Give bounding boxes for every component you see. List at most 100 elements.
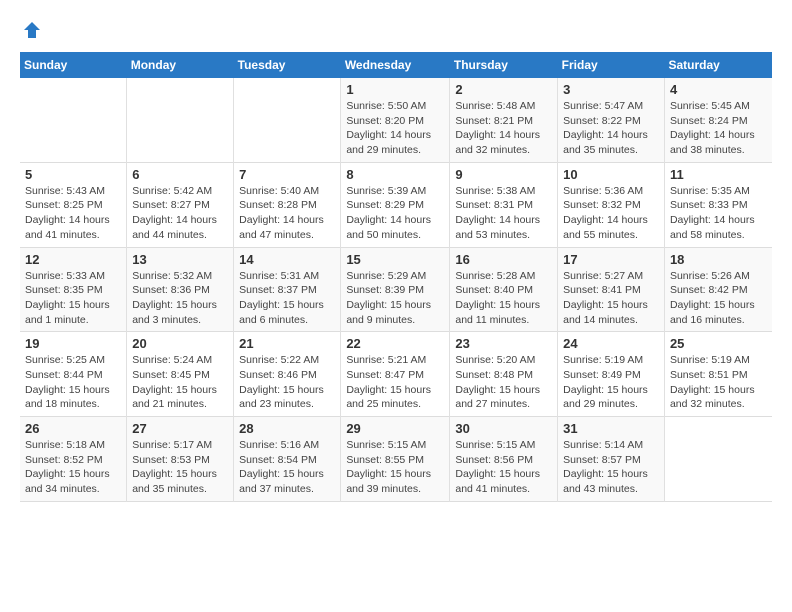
day-info: Sunrise: 5:29 AM Sunset: 8:39 PM Dayligh… bbox=[346, 269, 444, 328]
weekday-header-friday: Friday bbox=[558, 52, 665, 78]
day-info: Sunrise: 5:35 AM Sunset: 8:33 PM Dayligh… bbox=[670, 184, 767, 243]
day-number: 26 bbox=[25, 421, 121, 436]
day-info: Sunrise: 5:25 AM Sunset: 8:44 PM Dayligh… bbox=[25, 353, 121, 412]
day-number: 3 bbox=[563, 82, 659, 97]
day-info: Sunrise: 5:38 AM Sunset: 8:31 PM Dayligh… bbox=[455, 184, 552, 243]
day-number: 2 bbox=[455, 82, 552, 97]
day-info: Sunrise: 5:20 AM Sunset: 8:48 PM Dayligh… bbox=[455, 353, 552, 412]
day-info: Sunrise: 5:40 AM Sunset: 8:28 PM Dayligh… bbox=[239, 184, 335, 243]
day-number: 17 bbox=[563, 252, 659, 267]
day-number: 21 bbox=[239, 336, 335, 351]
day-info: Sunrise: 5:33 AM Sunset: 8:35 PM Dayligh… bbox=[25, 269, 121, 328]
calendar-cell: 16 Sunrise: 5:28 AM Sunset: 8:40 PM Dayli… bbox=[450, 247, 558, 332]
day-number: 6 bbox=[132, 167, 228, 182]
weekday-header-row: SundayMondayTuesdayWednesdayThursdayFrid… bbox=[20, 52, 772, 78]
calendar-week-row: 12 Sunrise: 5:33 AM Sunset: 8:35 PM Dayli… bbox=[20, 247, 772, 332]
calendar-cell: 6 Sunrise: 5:42 AM Sunset: 8:27 PM Daylig… bbox=[127, 162, 234, 247]
calendar-cell: 5 Sunrise: 5:43 AM Sunset: 8:25 PM Daylig… bbox=[20, 162, 127, 247]
calendar-cell: 11 Sunrise: 5:35 AM Sunset: 8:33 PM Dayli… bbox=[664, 162, 772, 247]
calendar-cell: 24 Sunrise: 5:19 AM Sunset: 8:49 PM Dayli… bbox=[558, 332, 665, 417]
calendar-cell: 7 Sunrise: 5:40 AM Sunset: 8:28 PM Daylig… bbox=[234, 162, 341, 247]
day-number: 22 bbox=[346, 336, 444, 351]
calendar-cell: 26Sunrise: 5:18 AM Sunset: 8:52 PM Dayli… bbox=[20, 417, 127, 502]
day-number: 13 bbox=[132, 252, 228, 267]
day-info: Sunrise: 5:31 AM Sunset: 8:37 PM Dayligh… bbox=[239, 269, 335, 328]
day-number: 1 bbox=[346, 82, 444, 97]
weekday-header-saturday: Saturday bbox=[664, 52, 772, 78]
calendar-cell: 4 Sunrise: 5:45 AM Sunset: 8:24 PM Daylig… bbox=[664, 78, 772, 162]
day-info: Sunrise: 5:21 AM Sunset: 8:47 PM Dayligh… bbox=[346, 353, 444, 412]
day-info: Sunrise: 5:43 AM Sunset: 8:25 PM Dayligh… bbox=[25, 184, 121, 243]
day-info: Sunrise: 5:45 AM Sunset: 8:24 PM Dayligh… bbox=[670, 99, 767, 158]
calendar-cell: 31 Sunrise: 5:14 AM Sunset: 8:57 PM Dayli… bbox=[558, 417, 665, 502]
day-number: 15 bbox=[346, 252, 444, 267]
day-info: Sunrise: 5:22 AM Sunset: 8:46 PM Dayligh… bbox=[239, 353, 335, 412]
weekday-header-tuesday: Tuesday bbox=[234, 52, 341, 78]
day-number: 4 bbox=[670, 82, 767, 97]
day-info: Sunrise: 5:14 AM Sunset: 8:57 PM Dayligh… bbox=[563, 438, 659, 497]
day-number: 20 bbox=[132, 336, 228, 351]
day-info: Sunrise: 5:19 AM Sunset: 8:51 PM Dayligh… bbox=[670, 353, 767, 412]
day-info: Sunrise: 5:16 AM Sunset: 8:54 PM Dayligh… bbox=[239, 438, 335, 497]
day-number: 19 bbox=[25, 336, 121, 351]
calendar-cell: 13 Sunrise: 5:32 AM Sunset: 8:36 PM Dayli… bbox=[127, 247, 234, 332]
day-info: Sunrise: 5:26 AM Sunset: 8:42 PM Dayligh… bbox=[670, 269, 767, 328]
calendar-cell: 23Sunrise: 5:20 AM Sunset: 8:48 PM Dayli… bbox=[450, 332, 558, 417]
calendar-cell: 28 Sunrise: 5:16 AM Sunset: 8:54 PM Dayli… bbox=[234, 417, 341, 502]
calendar-table: SundayMondayTuesdayWednesdayThursdayFrid… bbox=[20, 52, 772, 502]
day-number: 14 bbox=[239, 252, 335, 267]
day-info: Sunrise: 5:50 AM Sunset: 8:20 PM Dayligh… bbox=[346, 99, 444, 158]
day-info: Sunrise: 5:39 AM Sunset: 8:29 PM Dayligh… bbox=[346, 184, 444, 243]
day-info: Sunrise: 5:32 AM Sunset: 8:36 PM Dayligh… bbox=[132, 269, 228, 328]
day-info: Sunrise: 5:36 AM Sunset: 8:32 PM Dayligh… bbox=[563, 184, 659, 243]
calendar-week-row: 1 Sunrise: 5:50 AM Sunset: 8:20 PM Daylig… bbox=[20, 78, 772, 162]
day-info: Sunrise: 5:15 AM Sunset: 8:56 PM Dayligh… bbox=[455, 438, 552, 497]
logo bbox=[20, 20, 42, 40]
day-number: 16 bbox=[455, 252, 552, 267]
day-number: 9 bbox=[455, 167, 552, 182]
calendar-cell: 12 Sunrise: 5:33 AM Sunset: 8:35 PM Dayli… bbox=[20, 247, 127, 332]
day-number: 25 bbox=[670, 336, 767, 351]
calendar-cell: 2Sunrise: 5:48 AM Sunset: 8:21 PM Daylig… bbox=[450, 78, 558, 162]
day-number: 11 bbox=[670, 167, 767, 182]
day-info: Sunrise: 5:17 AM Sunset: 8:53 PM Dayligh… bbox=[132, 438, 228, 497]
calendar-week-row: 26Sunrise: 5:18 AM Sunset: 8:52 PM Dayli… bbox=[20, 417, 772, 502]
calendar-cell: 14 Sunrise: 5:31 AM Sunset: 8:37 PM Dayli… bbox=[234, 247, 341, 332]
calendar-cell bbox=[664, 417, 772, 502]
day-number: 27 bbox=[132, 421, 228, 436]
calendar-cell: 18Sunrise: 5:26 AM Sunset: 8:42 PM Dayli… bbox=[664, 247, 772, 332]
day-number: 31 bbox=[563, 421, 659, 436]
day-number: 7 bbox=[239, 167, 335, 182]
weekday-header-sunday: Sunday bbox=[20, 52, 127, 78]
calendar-cell: 1 Sunrise: 5:50 AM Sunset: 8:20 PM Daylig… bbox=[341, 78, 450, 162]
calendar-cell bbox=[20, 78, 127, 162]
day-number: 10 bbox=[563, 167, 659, 182]
day-info: Sunrise: 5:24 AM Sunset: 8:45 PM Dayligh… bbox=[132, 353, 228, 412]
day-number: 30 bbox=[455, 421, 552, 436]
day-number: 24 bbox=[563, 336, 659, 351]
calendar-cell: 15 Sunrise: 5:29 AM Sunset: 8:39 PM Dayli… bbox=[341, 247, 450, 332]
page-header bbox=[20, 20, 772, 40]
calendar-cell: 3Sunrise: 5:47 AM Sunset: 8:22 PM Daylig… bbox=[558, 78, 665, 162]
weekday-header-thursday: Thursday bbox=[450, 52, 558, 78]
day-number: 28 bbox=[239, 421, 335, 436]
calendar-cell: 25 Sunrise: 5:19 AM Sunset: 8:51 PM Dayli… bbox=[664, 332, 772, 417]
calendar-cell: 8 Sunrise: 5:39 AM Sunset: 8:29 PM Daylig… bbox=[341, 162, 450, 247]
day-info: Sunrise: 5:42 AM Sunset: 8:27 PM Dayligh… bbox=[132, 184, 228, 243]
day-info: Sunrise: 5:15 AM Sunset: 8:55 PM Dayligh… bbox=[346, 438, 444, 497]
calendar-cell: 22 Sunrise: 5:21 AM Sunset: 8:47 PM Dayli… bbox=[341, 332, 450, 417]
day-number: 5 bbox=[25, 167, 121, 182]
calendar-week-row: 19 Sunrise: 5:25 AM Sunset: 8:44 PM Dayli… bbox=[20, 332, 772, 417]
day-info: Sunrise: 5:19 AM Sunset: 8:49 PM Dayligh… bbox=[563, 353, 659, 412]
calendar-cell: 29Sunrise: 5:15 AM Sunset: 8:55 PM Dayli… bbox=[341, 417, 450, 502]
calendar-cell bbox=[234, 78, 341, 162]
calendar-week-row: 5 Sunrise: 5:43 AM Sunset: 8:25 PM Daylig… bbox=[20, 162, 772, 247]
calendar-cell bbox=[127, 78, 234, 162]
calendar-cell: 10 Sunrise: 5:36 AM Sunset: 8:32 PM Dayli… bbox=[558, 162, 665, 247]
day-info: Sunrise: 5:28 AM Sunset: 8:40 PM Dayligh… bbox=[455, 269, 552, 328]
day-number: 12 bbox=[25, 252, 121, 267]
calendar-cell: 20 Sunrise: 5:24 AM Sunset: 8:45 PM Dayli… bbox=[127, 332, 234, 417]
weekday-header-wednesday: Wednesday bbox=[341, 52, 450, 78]
calendar-cell: 17Sunrise: 5:27 AM Sunset: 8:41 PM Dayli… bbox=[558, 247, 665, 332]
day-number: 8 bbox=[346, 167, 444, 182]
